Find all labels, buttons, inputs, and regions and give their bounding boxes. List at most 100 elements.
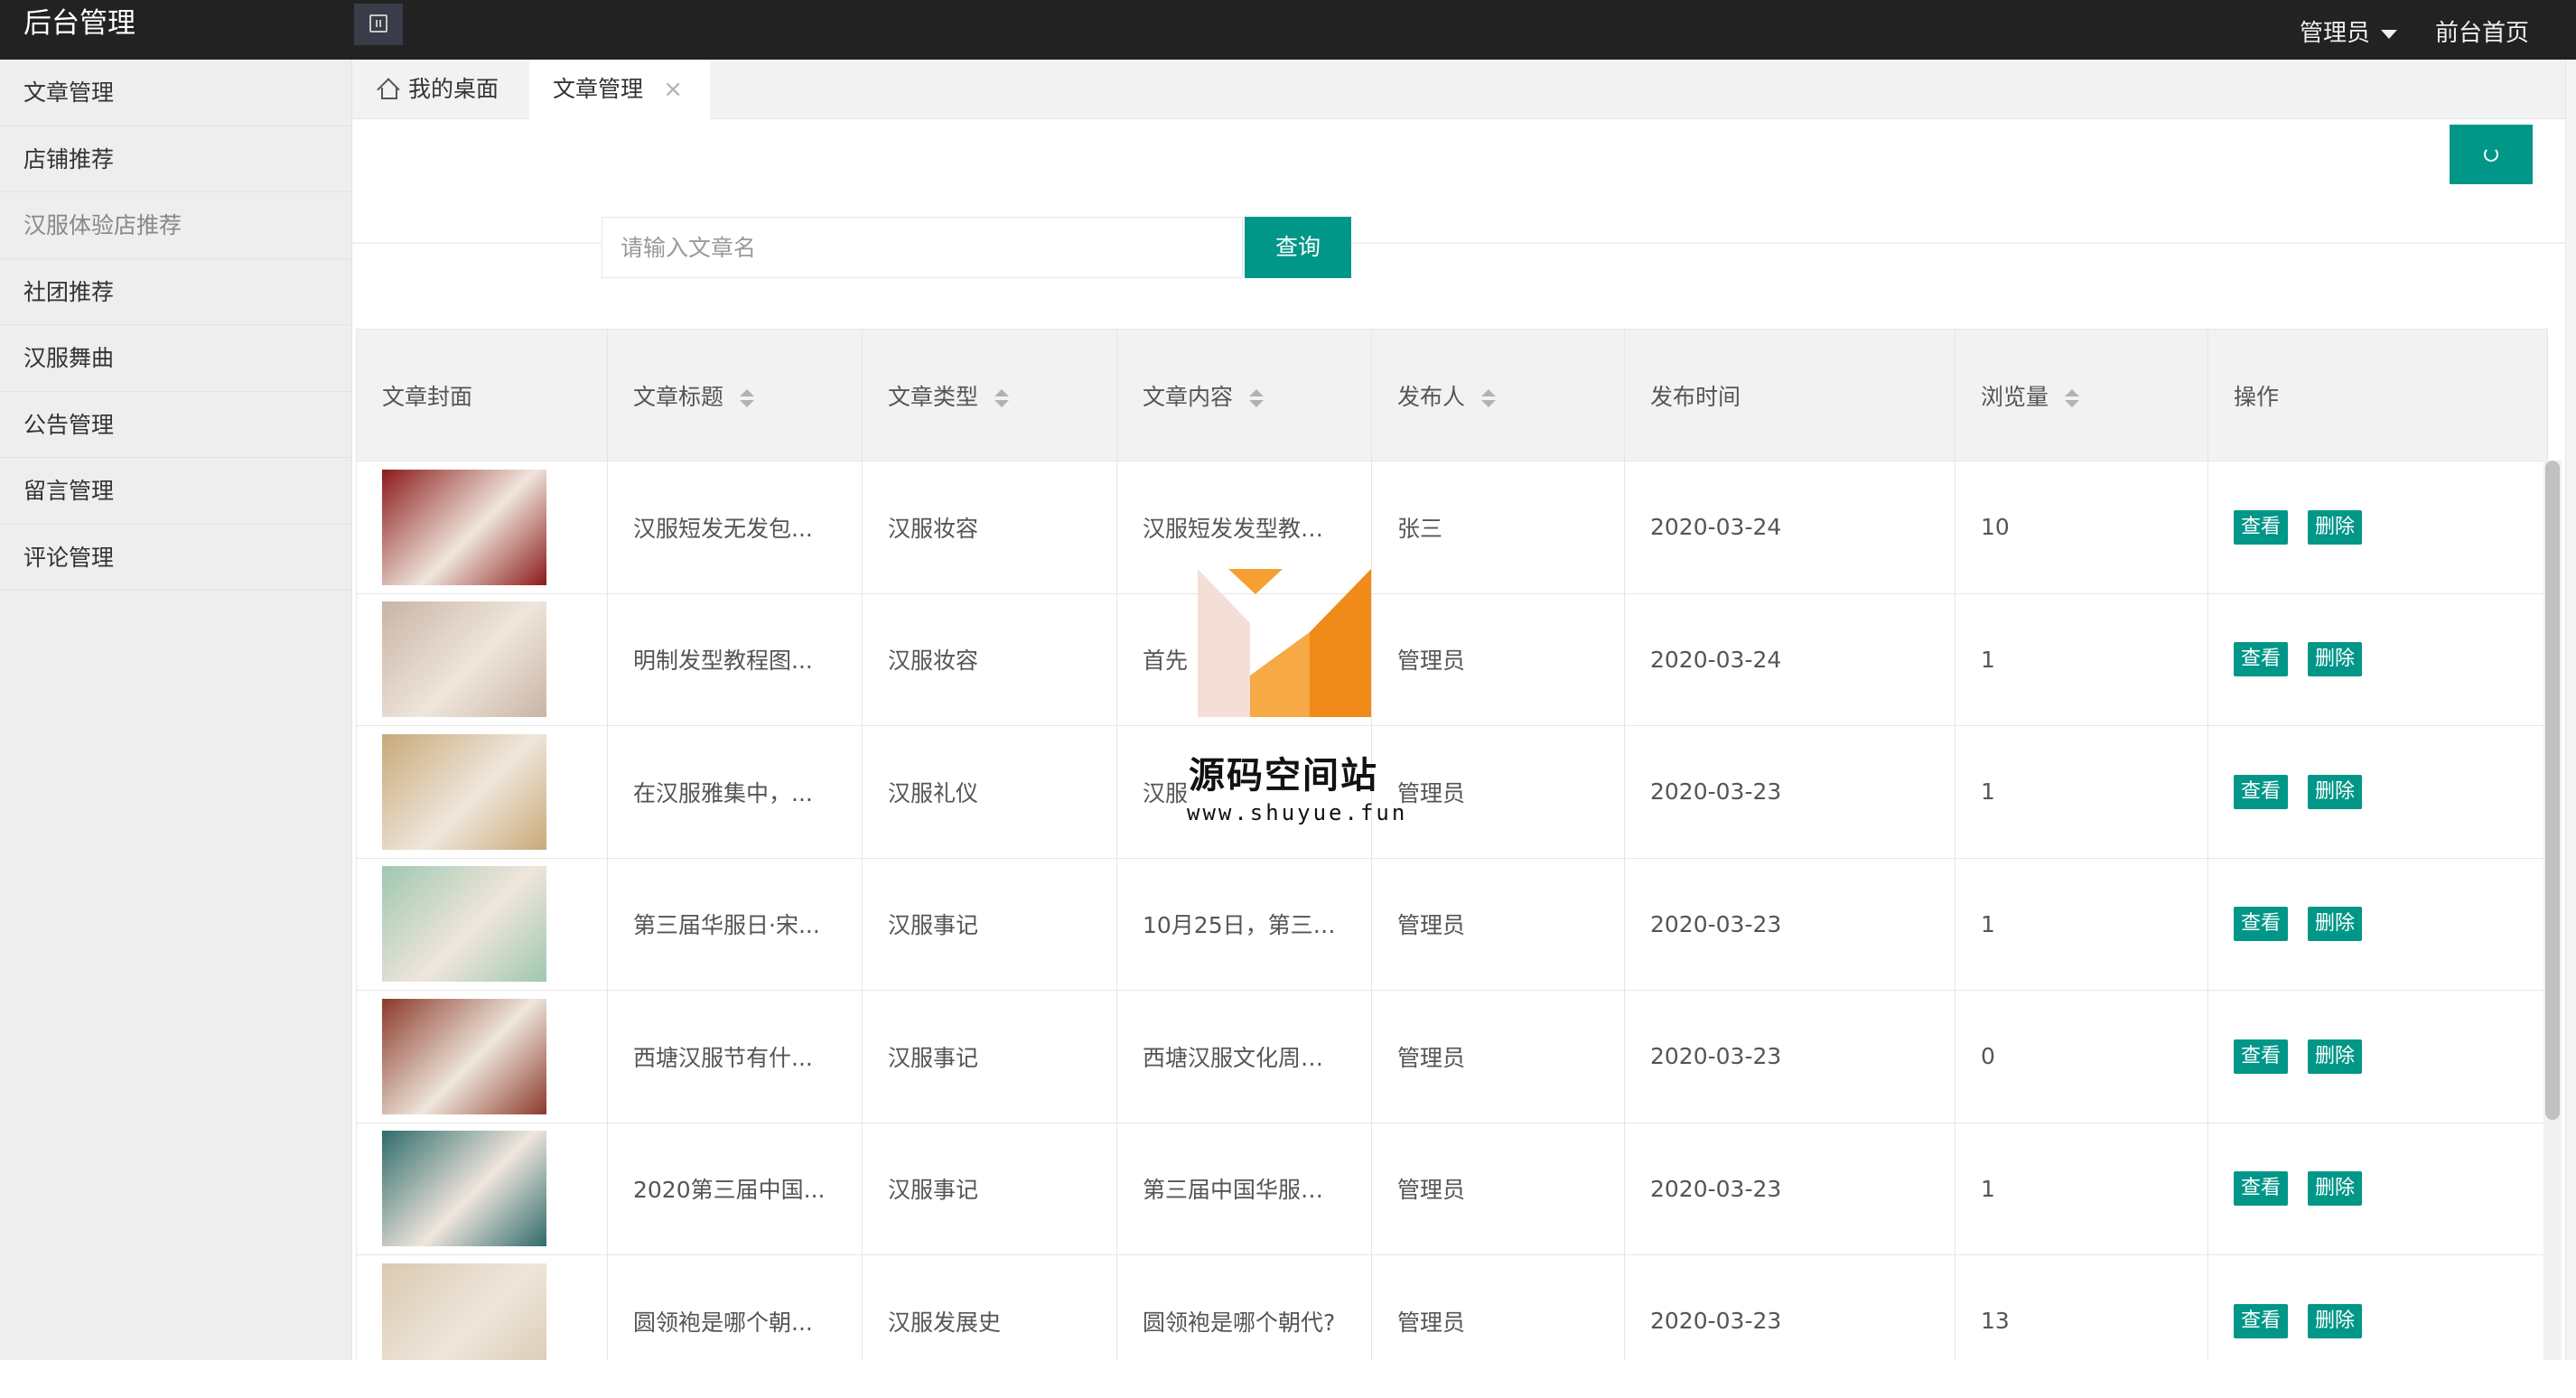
column-header[interactable]: 发布人	[1371, 329, 1625, 461]
cell-date: 2020-03-24	[1624, 592, 1955, 726]
cell-type: 汉服发展史	[862, 1254, 1117, 1360]
column-header[interactable]: 浏览量	[1955, 329, 2208, 461]
page-scrollbar[interactable]	[2565, 60, 2576, 1360]
cell-content: 第三届中国华服日即将	[1116, 1122, 1372, 1255]
cell-date: 2020-03-23	[1624, 990, 1955, 1123]
cell-author: 管理员	[1371, 1122, 1625, 1255]
sidebar-item-comments[interactable]: 评论管理	[0, 525, 351, 591]
article-cover-image	[382, 469, 546, 585]
cell-type: 汉服妆容	[862, 592, 1117, 726]
article-cover-image	[382, 1131, 546, 1247]
view-button[interactable]: 查看	[2234, 1171, 2289, 1207]
cell-author: 管理员	[1371, 857, 1625, 991]
article-cover-image	[382, 998, 546, 1114]
table-row: 2020第三届中国... 汉服事记 第三届中国华服日即将 管理员 2020-03…	[356, 1122, 2548, 1255]
cell-title: 汉服短发无发包...	[607, 461, 863, 594]
table-row: 明制发型教程图... 汉服妆容 首先 管理员 2020-03-24 1 查看 删除	[356, 592, 2548, 726]
table-row: 汉服短发无发包... 汉服妆容 汉服短发发型教程，无 张三 2020-03-24…	[356, 461, 2548, 594]
view-button[interactable]: 查看	[2234, 907, 2289, 942]
cell-views: 1	[1955, 592, 2208, 726]
cell-title: 在汉服雅集中，...	[607, 725, 863, 859]
view-button[interactable]: 查看	[2234, 1039, 2289, 1074]
table-row: 圆领袍是哪个朝... 汉服发展史 圆领袍是哪个朝代? 管理员 2020-03-2…	[356, 1254, 2548, 1360]
delete-button[interactable]: 删除	[2308, 509, 2363, 545]
cell-title: 2020第三届中国...	[607, 1122, 863, 1255]
sidebar-item-experience-shops[interactable]: 汉服体验店推荐	[0, 192, 351, 259]
column-header: 操作	[2207, 329, 2548, 461]
article-cover-image	[382, 866, 546, 983]
search-button[interactable]: 查询	[1245, 217, 1351, 278]
cell-author: 管理员	[1371, 1254, 1625, 1360]
sort-icon[interactable]	[994, 388, 1010, 408]
table-scrollbar-thumb[interactable]	[2545, 461, 2560, 1120]
column-header[interactable]: 文章类型	[862, 329, 1117, 461]
sidebar-item-messages[interactable]: 留言管理	[0, 458, 351, 525]
user-menu-label: 管理员	[2300, 20, 2371, 47]
tab-desktop[interactable]: 我的桌面	[378, 60, 499, 119]
sidebar-item-dance[interactable]: 汉服舞曲	[0, 325, 351, 392]
table-row: 西塘汉服节有什... 汉服事记 西塘汉服文化周你的游 管理员 2020-03-2…	[356, 990, 2548, 1123]
cell-date: 2020-03-23	[1624, 1254, 1955, 1360]
cell-title: 圆领袍是哪个朝...	[607, 1254, 863, 1360]
view-button[interactable]: 查看	[2234, 642, 2289, 677]
cell-content: 西塘汉服文化周你的游	[1116, 990, 1372, 1123]
front-home-link[interactable]: 前台首页	[2435, 16, 2529, 51]
cell-date: 2020-03-23	[1624, 857, 1955, 991]
bottom-strip	[0, 1360, 2576, 1398]
tab-articles[interactable]: 文章管理 ×	[529, 60, 710, 119]
view-button[interactable]: 查看	[2234, 774, 2289, 809]
cell-type: 汉服事记	[862, 990, 1117, 1123]
sort-icon[interactable]	[1481, 388, 1497, 408]
refresh-button[interactable]	[2450, 125, 2533, 184]
sidebar-item-clubs[interactable]: 社团推荐	[0, 259, 351, 325]
table-header-row: 文章封面 文章标题 文章类型 文章内容 发布人 发布时间 浏览量 操作	[356, 329, 2548, 461]
cell-title: 西塘汉服节有什...	[607, 990, 863, 1123]
cell-views: 1	[1955, 857, 2208, 991]
app-logo-title: 后台管理	[23, 7, 135, 40]
delete-button[interactable]: 删除	[2308, 1039, 2363, 1074]
cell-date: 2020-03-23	[1624, 1122, 1955, 1255]
cell-type: 汉服妆容	[862, 461, 1117, 594]
delete-button[interactable]: 删除	[2308, 1171, 2363, 1207]
cell-views: 1	[1955, 725, 2208, 859]
delete-button[interactable]: 删除	[2308, 907, 2363, 942]
user-menu[interactable]: 管理员	[2300, 16, 2398, 51]
cell-type: 汉服礼仪	[862, 725, 1117, 859]
cell-content: 10月25日，第三届中国	[1116, 857, 1372, 991]
sidebar-toggle-button[interactable]	[354, 4, 403, 45]
cell-content: 圆领袍是哪个朝代?	[1116, 1254, 1372, 1360]
article-cover-image	[382, 601, 546, 718]
article-cover-image	[382, 733, 546, 850]
sidebar-item-articles[interactable]: 文章管理	[0, 60, 351, 126]
delete-button[interactable]: 删除	[2308, 1303, 2363, 1338]
close-icon[interactable]: ×	[663, 60, 683, 119]
cell-date: 2020-03-23	[1624, 725, 1955, 859]
column-header: 文章封面	[356, 329, 608, 461]
sort-icon[interactable]	[1249, 388, 1265, 408]
sidebar-item-shops[interactable]: 店铺推荐	[0, 126, 351, 192]
sort-icon[interactable]	[2065, 388, 2080, 408]
cell-type: 汉服事记	[862, 1122, 1117, 1255]
view-button[interactable]: 查看	[2234, 509, 2289, 545]
main-content: 我的桌面 文章管理 × 查询 文章封面 文章标题 文章类型 文章内容 发布人 发…	[352, 60, 2576, 1360]
delete-button[interactable]: 删除	[2308, 642, 2363, 677]
column-header[interactable]: 文章内容	[1116, 329, 1372, 461]
top-header: 后台管理 管理员 前台首页	[0, 0, 2576, 60]
watermark-title: 源码空间站	[1189, 755, 1378, 797]
cell-views: 1	[1955, 1122, 2208, 1255]
articles-table: 文章封面 文章标题 文章类型 文章内容 发布人 发布时间 浏览量 操作 汉服短发…	[356, 329, 2548, 1360]
sidebar-item-notices[interactable]: 公告管理	[0, 392, 351, 458]
cell-type: 汉服事记	[862, 857, 1117, 991]
tab-bar: 我的桌面 文章管理 ×	[352, 60, 2576, 119]
menu-toggle-icon	[369, 14, 387, 33]
view-button[interactable]: 查看	[2234, 1303, 2289, 1338]
table-row: 在汉服雅集中，... 汉服礼仪 汉服 管理员 2020-03-23 1 查看 删除	[356, 725, 2548, 859]
home-icon	[378, 78, 399, 99]
column-header[interactable]: 文章标题	[607, 329, 863, 461]
cell-views: 13	[1955, 1254, 2208, 1360]
watermark-url: www.shuyue.fun	[1187, 800, 1408, 825]
sort-icon[interactable]	[740, 388, 755, 408]
search-input[interactable]	[602, 217, 1243, 278]
cell-title: 第三届华服日·宋...	[607, 857, 863, 991]
delete-button[interactable]: 删除	[2308, 774, 2363, 809]
